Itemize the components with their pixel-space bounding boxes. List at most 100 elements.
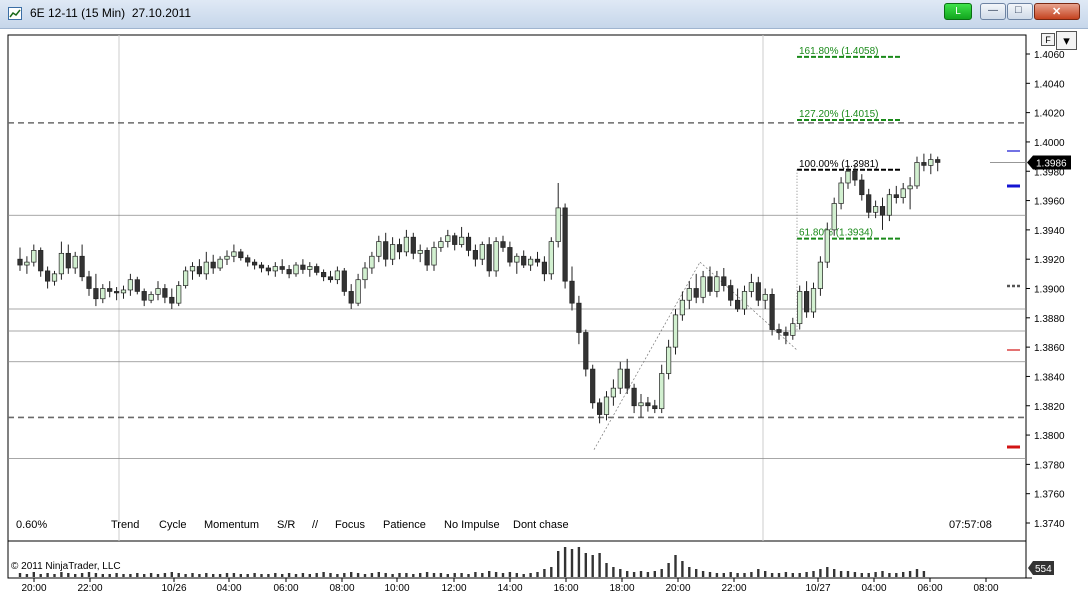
candle-down bbox=[755, 282, 761, 301]
volume-bar bbox=[336, 574, 339, 577]
volume-bar bbox=[198, 574, 201, 577]
volume-bar bbox=[584, 553, 587, 577]
candle-down bbox=[93, 288, 99, 300]
candle-up bbox=[369, 255, 375, 269]
time-tick-label: 20:00 bbox=[665, 583, 690, 594]
candle-down bbox=[424, 250, 430, 266]
candle-down bbox=[879, 206, 886, 216]
time-tick-label: 08:00 bbox=[329, 583, 354, 594]
indicator-trend[interactable]: Trend bbox=[111, 519, 139, 531]
candle-down bbox=[162, 288, 168, 298]
indicator-no-impulse[interactable]: No Impulse bbox=[444, 519, 500, 531]
close-button[interactable]: ✕ bbox=[1034, 3, 1080, 20]
time-tick-label: 04:00 bbox=[216, 583, 241, 594]
volume-bar bbox=[212, 574, 215, 577]
candle-down bbox=[534, 258, 541, 263]
candle-up bbox=[417, 250, 423, 254]
indicator-momentum[interactable]: Momentum bbox=[204, 519, 259, 531]
volume-bar bbox=[294, 574, 298, 577]
time-tick-label: 20:00 bbox=[21, 583, 46, 594]
candle-up bbox=[183, 270, 189, 286]
volume-bar bbox=[46, 573, 49, 577]
candle-down bbox=[38, 250, 44, 272]
indicator-separator[interactable]: // bbox=[312, 519, 318, 531]
volume-bar bbox=[122, 574, 125, 577]
price-tick-label: 1.4000 bbox=[1034, 138, 1065, 149]
volume-bar bbox=[439, 573, 443, 577]
price-tick-label: 1.3900 bbox=[1034, 285, 1065, 296]
candle-up bbox=[24, 261, 30, 266]
price-axis[interactable]: 1.40601.40401.40201.40001.39801.39601.39… bbox=[1026, 50, 1071, 530]
candle-down bbox=[452, 235, 458, 245]
candle-up bbox=[155, 288, 161, 295]
volume-bar bbox=[419, 573, 422, 577]
volume-bar bbox=[681, 561, 684, 577]
volume-bar bbox=[163, 573, 167, 577]
chart-dropdown-button[interactable]: ▾ bbox=[1056, 31, 1077, 50]
indicator-sr[interactable]: S/R bbox=[277, 519, 295, 531]
candle-up bbox=[817, 261, 824, 289]
volume-bar bbox=[370, 573, 374, 577]
candle-up bbox=[900, 188, 906, 198]
candle-up bbox=[527, 258, 534, 266]
time-axis[interactable]: 20:00 22:00 10/26 04:00 06:00 08:00 10:00 12:00… bbox=[21, 578, 999, 594]
right-markers bbox=[990, 150, 1026, 449]
volume-bar bbox=[715, 573, 719, 577]
time-tick-label: 10/26 bbox=[161, 583, 186, 594]
volume-bar bbox=[350, 572, 353, 577]
volume-bar bbox=[550, 567, 553, 577]
minimize-button[interactable]: — bbox=[980, 3, 1006, 20]
candle-up bbox=[603, 396, 610, 415]
zigzag-line bbox=[593, 261, 701, 450]
candle-up bbox=[665, 346, 672, 374]
last-price-label: 1.3986 bbox=[1036, 158, 1067, 169]
volume-bar bbox=[660, 569, 663, 577]
indicator-dont-chase[interactable]: Dont chase bbox=[513, 519, 569, 531]
clock-label: 07:57:08 bbox=[949, 519, 992, 531]
volume-bar bbox=[246, 574, 249, 577]
candle-down bbox=[321, 272, 327, 278]
volume-bar bbox=[432, 573, 436, 577]
candle-down bbox=[921, 162, 927, 166]
volume-bar bbox=[315, 573, 318, 577]
volume-bar bbox=[902, 572, 905, 577]
indicator-patience[interactable]: Patience bbox=[383, 519, 426, 531]
volume-bar bbox=[895, 573, 898, 577]
link-button[interactable]: L bbox=[944, 3, 972, 20]
price-tick-label: 1.4020 bbox=[1034, 109, 1065, 120]
volume-bar bbox=[184, 574, 187, 577]
time-tick-label: 10/27 bbox=[805, 583, 830, 594]
volume-bar bbox=[563, 547, 567, 577]
indicator-focus[interactable]: Focus bbox=[335, 519, 365, 531]
fib-level-label: 127.20% (1.4015) bbox=[799, 109, 879, 120]
candle-up bbox=[872, 206, 879, 213]
candle-up bbox=[790, 323, 796, 336]
candle-down bbox=[79, 255, 85, 278]
candle-up bbox=[272, 266, 278, 272]
maximize-button[interactable]: □ bbox=[1007, 3, 1033, 20]
candle-down bbox=[783, 332, 789, 336]
volume-bar bbox=[18, 573, 22, 577]
indicator-cycle[interactable]: Cycle bbox=[159, 519, 187, 531]
candle-up bbox=[748, 282, 755, 292]
volume-bar bbox=[557, 551, 560, 577]
candle-up bbox=[617, 368, 623, 389]
volume-bar bbox=[529, 573, 532, 577]
candle-down bbox=[596, 402, 603, 415]
candle-down bbox=[44, 270, 51, 282]
volume-bar bbox=[798, 573, 801, 577]
fib-level-label: 161.80% (1.4058) bbox=[799, 46, 879, 57]
volume-bar bbox=[101, 574, 104, 577]
f-button[interactable]: F bbox=[1041, 33, 1055, 46]
candle-up bbox=[31, 250, 37, 263]
volume-bar bbox=[853, 572, 857, 577]
volume-bar bbox=[363, 574, 367, 577]
candle-down bbox=[859, 179, 865, 196]
candle-down bbox=[576, 302, 582, 333]
volume-bar bbox=[791, 573, 794, 577]
volume-bar bbox=[446, 574, 449, 577]
candle-down bbox=[569, 280, 575, 304]
volume-bar bbox=[695, 569, 698, 577]
volume-bar bbox=[60, 572, 63, 577]
volume-bar bbox=[425, 572, 429, 577]
